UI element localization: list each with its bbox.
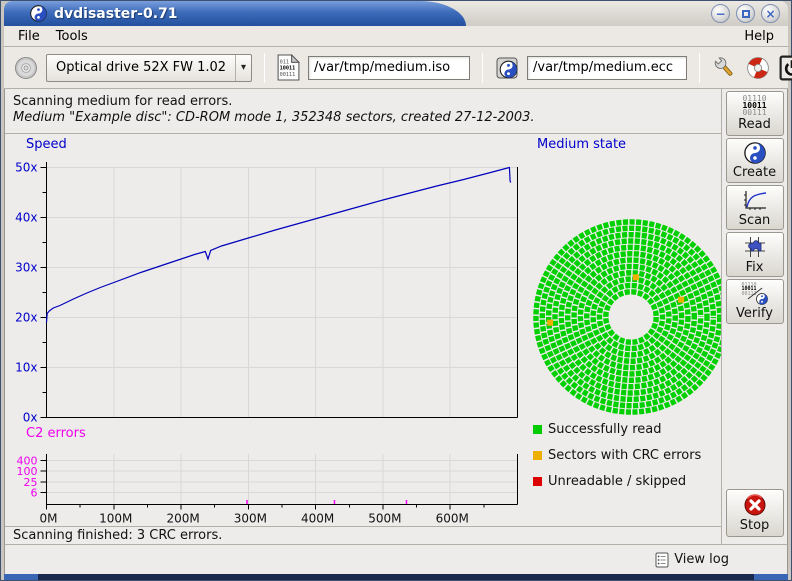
svg-text:10x: 10x: [15, 361, 37, 375]
scan-result-status: Scanning finished: 3 CRC errors.: [5, 526, 721, 544]
stop-icon: [743, 493, 767, 517]
verify-button[interactable]: 01110 10011 00111 Verify: [726, 279, 784, 324]
verify-compare-icon: 01110 10011 00111: [742, 283, 768, 305]
svg-text:300M: 300M: [234, 512, 267, 526]
fix-button-label: Fix: [746, 260, 764, 275]
legend-item-crc: Sectors with CRC errors: [533, 448, 701, 463]
svg-text:0x: 0x: [23, 411, 38, 425]
verify-button-label: Verify: [736, 306, 773, 321]
legend-item-ok: Successfully read: [533, 422, 701, 437]
view-log-link[interactable]: View log: [674, 552, 729, 567]
yinyang-small-icon: [756, 293, 768, 305]
maximize-button[interactable]: [736, 4, 755, 23]
speed-chart-title: Speed: [26, 137, 67, 152]
ecc-file-icon: [495, 56, 519, 80]
menu-tools[interactable]: Tools: [48, 28, 96, 45]
titlebar: dvdisaster-0.71 − ×: [4, 1, 788, 26]
svg-text:400: 400: [17, 454, 38, 467]
legend-label: Unreadable / skipped: [548, 474, 686, 489]
menubar: File Tools Help: [4, 26, 788, 47]
close-icon: ×: [765, 8, 775, 20]
toolbar-separator: [264, 53, 265, 83]
read-button-label: Read: [738, 117, 771, 132]
chevron-down-icon[interactable]: ▾: [235, 55, 251, 81]
stop-button-label: Stop: [740, 518, 770, 533]
yinyang-create-icon: [744, 142, 766, 164]
iso-file-icon: 011 10011 00111: [277, 54, 300, 81]
main-area: Scanning medium for read errors. Medium …: [4, 89, 788, 544]
menu-file[interactable]: File: [10, 28, 48, 45]
svg-text:0M: 0M: [40, 512, 58, 526]
cd-drive-icon: [14, 56, 38, 80]
bottom-statusbar: View log: [4, 544, 788, 574]
action-button-panel: 01110 10011 00111 Read Create Scan: [721, 89, 787, 544]
svg-text:200M: 200M: [166, 512, 199, 526]
create-button-label: Create: [733, 165, 776, 180]
window-title: dvdisaster-0.71: [54, 6, 178, 22]
c2-chart-title: C2 errors: [26, 426, 86, 441]
svg-text:40x: 40x: [15, 211, 37, 225]
minimize-button[interactable]: −: [711, 4, 730, 23]
log-list-icon[interactable]: [655, 552, 669, 568]
svg-text:10011: 10011: [280, 66, 296, 72]
status-panel: Scanning medium for read errors. Medium …: [5, 89, 721, 134]
legend-swatch-amber: [533, 451, 542, 460]
charts-area: 0x10x20x30x40x50x6251004000M100M200M300M…: [5, 134, 721, 526]
svg-text:011: 011: [280, 59, 289, 65]
legend-swatch-red: [533, 477, 542, 486]
minimize-icon: −: [715, 8, 725, 20]
legend-label: Sectors with CRC errors: [548, 448, 701, 463]
scan-button-label: Scan: [739, 213, 771, 228]
fix-button[interactable]: Fix: [726, 232, 784, 277]
window-bottom-edge: [4, 574, 788, 580]
svg-text:500M: 500M: [368, 512, 401, 526]
medium-state-legend: Successfully read Sectors with CRC error…: [533, 422, 701, 489]
toolbar-separator: [482, 53, 483, 83]
medium-state-title: Medium state: [537, 137, 626, 152]
maximize-icon: [742, 10, 750, 18]
menu-help[interactable]: Help: [736, 28, 782, 45]
toolbar-separator: [699, 53, 700, 83]
svg-text:400M: 400M: [301, 512, 334, 526]
help-lifebuoy-icon[interactable]: [745, 55, 771, 81]
status-line-1: Scanning medium for read errors.: [13, 94, 713, 110]
toolbar: Optical drive 52X FW 1.02 ▾ 011 10011 00…: [4, 47, 788, 89]
puzzle-fix-icon: [743, 235, 767, 259]
svg-text:00111: 00111: [280, 72, 296, 78]
status-line-2: Medium "Example disc": CD-ROM mode 1, 35…: [13, 110, 713, 126]
main-left-column: Scanning medium for read errors. Medium …: [5, 89, 721, 544]
svg-text:30x: 30x: [15, 261, 37, 275]
app-window: dvdisaster-0.71 − × File Tools Help Opti…: [0, 0, 792, 581]
legend-label: Successfully read: [548, 422, 661, 437]
drive-selector[interactable]: Optical drive 52X FW 1.02 ▾: [46, 54, 252, 82]
svg-text:50x: 50x: [15, 161, 37, 175]
binary-read-icon: 01110 10011 00111: [742, 95, 766, 116]
iso-path-input[interactable]: [308, 56, 470, 80]
close-button[interactable]: ×: [761, 4, 780, 23]
scan-button[interactable]: Scan: [726, 185, 784, 230]
scan-curve-icon: [742, 188, 768, 212]
svg-text:100M: 100M: [99, 512, 132, 526]
legend-item-unreadable: Unreadable / skipped: [533, 474, 701, 489]
read-button[interactable]: 01110 10011 00111 Read: [726, 91, 784, 136]
preferences-wrench-icon[interactable]: [712, 55, 737, 80]
stop-button[interactable]: Stop: [726, 489, 784, 537]
svg-text:20x: 20x: [15, 311, 37, 325]
drive-selector-value: Optical drive 52X FW 1.02: [47, 60, 235, 75]
ecc-path-input[interactable]: [527, 56, 687, 80]
quit-power-icon[interactable]: [779, 55, 792, 81]
app-yinyang-icon: [30, 5, 47, 22]
svg-text:600M: 600M: [436, 512, 469, 526]
create-button[interactable]: Create: [726, 138, 784, 183]
legend-swatch-green: [533, 425, 542, 434]
